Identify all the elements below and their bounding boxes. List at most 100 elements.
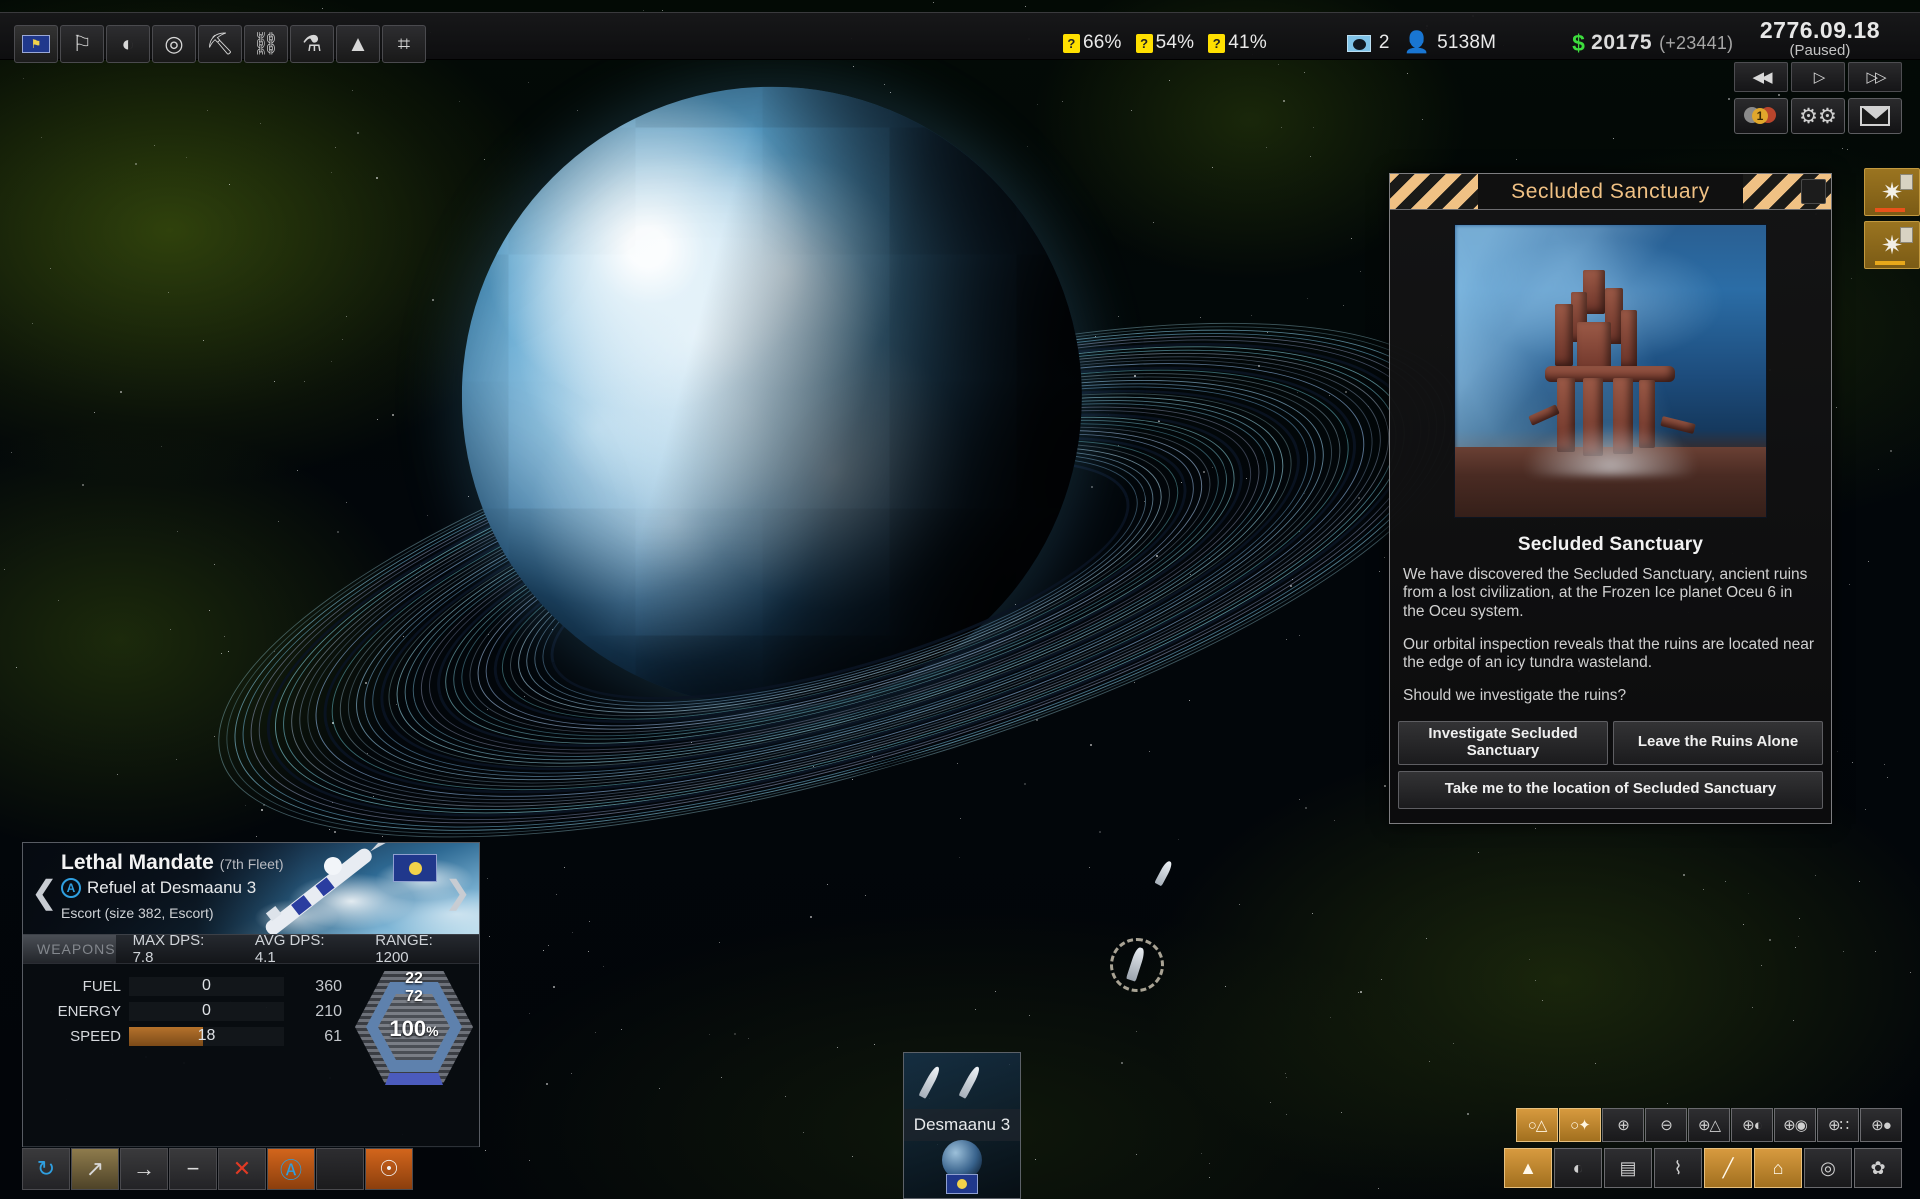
fleet-stat-current-1: 0	[129, 1002, 284, 1020]
planets-icon: ◐	[121, 31, 134, 57]
empire-flag-icon: ⚑	[22, 35, 50, 53]
zoom-to-planet-button[interactable]: ⊕◐	[1731, 1108, 1773, 1142]
automate-button[interactable]: Ⓐ	[267, 1148, 315, 1190]
toggle-explosions-button[interactable]: ○✦	[1559, 1108, 1601, 1142]
toolbar-button-1[interactable]: ⚐	[60, 25, 104, 63]
fleet-name: Lethal Mandate (7th Fleet)	[61, 851, 284, 875]
toolbar-button-0[interactable]: ⚑	[14, 25, 58, 63]
selection-brackets-button[interactable]: ⌇	[1654, 1148, 1702, 1188]
event-illustration	[1454, 224, 1767, 518]
fleet-order-text: Refuel at Desmaanu 3	[87, 878, 256, 898]
zoom-to-galaxy-icon: ⊕●	[1871, 1116, 1891, 1134]
fleet-stat-current-2: 18	[129, 1027, 284, 1045]
fleet-current-order[interactable]: A Refuel at Desmaanu 3	[61, 878, 256, 898]
next-fleet-button[interactable]: ❯	[444, 873, 471, 911]
move-up-button[interactable]: ↗	[71, 1148, 119, 1190]
remove-unit-button[interactable]: −	[169, 1148, 217, 1190]
zoom-to-fleet-button[interactable]: ⊕△	[1688, 1108, 1730, 1142]
zoom-to-sector-button[interactable]: ⊕∷	[1817, 1108, 1859, 1142]
weapon-range: RANGE: 1200	[358, 932, 479, 966]
toolbar-button-8[interactable]: ⌗	[382, 25, 426, 63]
messages-envelope-button[interactable]	[1848, 98, 1902, 134]
avg-dps: AVG DPS: 4.1	[238, 932, 358, 966]
construction-crane-icon: ⛓	[252, 31, 280, 57]
selection-tooltip[interactable]: Desmaanu 3	[903, 1052, 1021, 1199]
zoom-in-button[interactable]: ⊕	[1602, 1108, 1644, 1142]
unknown-resource-icon: ?	[1136, 34, 1153, 53]
zoom-to-colony-button[interactable]: ⊕◉	[1774, 1108, 1816, 1142]
weapons-tab-label[interactable]: WEAPONS	[23, 935, 116, 963]
fleet-action-toolbar: ↻ ↗ → − ✕ Ⓐ ☉	[22, 1148, 413, 1190]
colonies-stat[interactable]: 2	[1347, 32, 1390, 54]
move-to-icon: →	[133, 1156, 155, 1182]
max-dps: MAX DPS: 7.8	[116, 932, 238, 966]
locate-button[interactable]: Take me to the location of Secluded Sanc…	[1398, 771, 1823, 809]
diplomacy-button[interactable]: ✿	[1854, 1148, 1902, 1188]
envelope-icon	[1860, 106, 1890, 126]
dialog-body: Secluded Sanctuary We have discovered th…	[1390, 210, 1831, 823]
show-routes-button[interactable]: ╱	[1704, 1148, 1752, 1188]
toolbar-button-5[interactable]: ⛓	[244, 25, 288, 63]
event-dialog: Secluded Sanctuary	[1389, 173, 1832, 824]
show-routes-icon: ╱	[1723, 1158, 1734, 1179]
toolbar-button-3[interactable]: ◎	[152, 25, 196, 63]
resource-stat-1[interactable]: ? 54%	[1136, 32, 1195, 54]
dialog-paragraph-3: Should we investigate the ruins?	[1390, 687, 1831, 705]
fleet-condition-indicator: 22 72 100%	[355, 968, 473, 1086]
map-zoom-toolbar: ○△ ○✦ ⊕ ⊖ ⊕△ ⊕◐ ⊕◉ ⊕∷ ⊕●	[1516, 1108, 1902, 1142]
diplomacy-icon: ✿	[1870, 1158, 1885, 1179]
fleet-stat-bar-2: 18	[129, 1027, 284, 1046]
empty-slot-button[interactable]	[316, 1148, 364, 1190]
fast-forward-button[interactable]: ▷▷	[1848, 62, 1902, 92]
refuel-icon: ↻	[37, 1156, 55, 1182]
zoom-out-icon: ⊖	[1660, 1116, 1672, 1134]
toolbar-button-4[interactable]: ⛏	[198, 25, 242, 63]
filter-fleets-button[interactable]: ▲	[1504, 1148, 1552, 1188]
target-button[interactable]: ☉	[365, 1148, 413, 1190]
dialog-paragraph-1: We have discovered the Secluded Sanctuar…	[1390, 566, 1831, 621]
prev-fleet-button[interactable]: ❮	[31, 873, 58, 911]
dialog-paragraph-2: Our orbital inspection reveals that the …	[1390, 636, 1831, 673]
credits-value: 20175	[1591, 31, 1652, 55]
notification-tab-event-2[interactable]: ✷	[1864, 221, 1920, 269]
disband-button[interactable]: ✕	[218, 1148, 266, 1190]
population-stat[interactable]: 👤 5138M	[1404, 31, 1496, 55]
fleet-stat-bar-1: 0	[129, 1002, 284, 1021]
radar-icon: ◎	[164, 31, 183, 57]
zoom-to-galaxy-button[interactable]: ⊕●	[1860, 1108, 1902, 1142]
notification-tab-event-1[interactable]: ✷	[1864, 168, 1920, 216]
close-icon[interactable]	[1801, 179, 1826, 204]
filter-bases-icon: ▤	[1619, 1158, 1636, 1179]
leave-ruins-button[interactable]: Leave the Ruins Alone	[1613, 721, 1823, 765]
resource-stat-2[interactable]: ? 41%	[1208, 32, 1267, 54]
settings-gears-button[interactable]: ⚙⚙	[1791, 98, 1845, 134]
notification-progress-bar	[1875, 208, 1905, 212]
toggle-explosions-icon: ○✦	[1570, 1116, 1590, 1134]
auto-order-icon: A	[61, 878, 81, 898]
rewind-button[interactable]: ◀◀	[1734, 62, 1788, 92]
fast-forward-button-icon: ▷▷	[1866, 68, 1883, 86]
toolbar-button-2[interactable]: ◐	[106, 25, 150, 63]
toolbar-button-7[interactable]: ▲	[336, 25, 380, 63]
refuel-button[interactable]: ↻	[22, 1148, 70, 1190]
filter-planets-button[interactable]: ◐	[1554, 1148, 1602, 1188]
filter-bases-button[interactable]: ▤	[1604, 1148, 1652, 1188]
zoom-to-planet-icon: ⊕◐	[1742, 1116, 1762, 1134]
resource-stat-0[interactable]: ? 66%	[1063, 32, 1122, 54]
fleet-stat-bar-0: 0	[129, 977, 284, 996]
toggle-range-circles-button[interactable]: ○△	[1516, 1108, 1558, 1142]
characters-button[interactable]: 1	[1734, 98, 1788, 134]
report-document-icon	[1900, 227, 1913, 243]
filter-planets-icon: ◐	[1573, 1158, 1584, 1179]
move-to-button[interactable]: →	[120, 1148, 168, 1190]
toggle-range-circles-icon: ○△	[1528, 1116, 1547, 1134]
show-territory-button[interactable]: ⌂	[1754, 1148, 1802, 1188]
toolbar-button-6[interactable]: ⚗	[290, 25, 334, 63]
flag-emblem-icon	[957, 1179, 967, 1189]
play-button[interactable]: ▷	[1791, 62, 1845, 92]
zoom-out-button[interactable]: ⊖	[1645, 1108, 1687, 1142]
galaxy-map-button[interactable]: ◎	[1804, 1148, 1852, 1188]
investigate-button[interactable]: Investigate Secluded Sanctuary	[1398, 721, 1608, 765]
credits-stat[interactable]: $ 20175 (+23441)	[1572, 30, 1733, 57]
dialog-choice-row: Investigate Secluded Sanctuary Leave the…	[1390, 721, 1831, 765]
